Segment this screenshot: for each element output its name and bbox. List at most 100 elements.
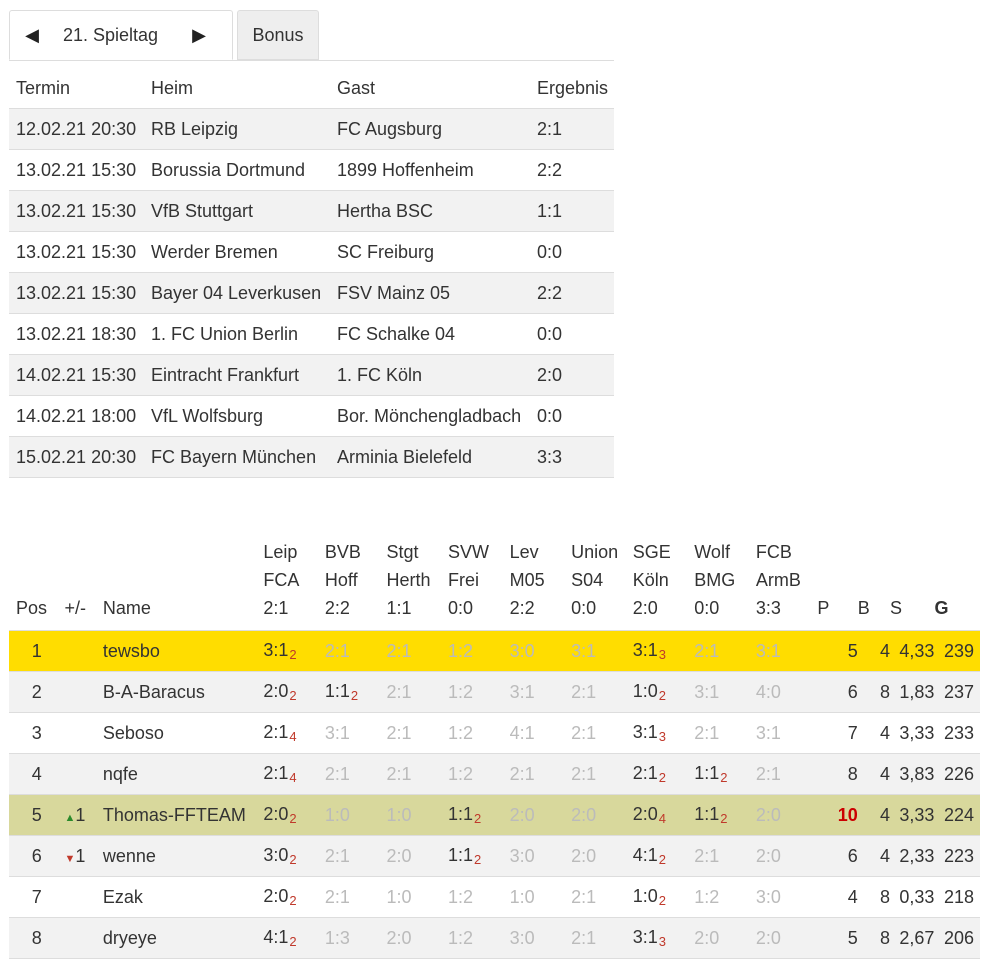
tip-value: 2:1	[694, 722, 720, 743]
next-matchday-icon[interactable]: ▶	[189, 25, 209, 46]
prev-matchday-icon[interactable]: ◀	[22, 25, 42, 46]
tip-value: 3:13	[632, 722, 666, 744]
fixture-away: SC Freiburg	[330, 231, 530, 273]
tip-cell: 3:02	[263, 835, 325, 877]
header-game: BVB Hoff 2:2	[324, 538, 387, 631]
tip-cell: 3:13	[632, 630, 695, 672]
tip-cell: 1:2	[448, 671, 510, 713]
fixture-away: 1. FC Köln	[330, 354, 530, 396]
tip-points: 2	[289, 893, 297, 908]
player-name[interactable]: nqfe	[102, 753, 264, 795]
total: 218	[934, 876, 980, 918]
tip-cell: 2:02	[263, 794, 325, 836]
fixture-away: FC Augsburg	[330, 108, 530, 150]
player-name[interactable]: tewsbo	[102, 630, 264, 672]
tip-points: 2	[720, 811, 728, 826]
rank-position: 5	[9, 794, 65, 836]
header-heim: Heim	[144, 69, 330, 109]
tip-value: 3:1	[755, 722, 781, 743]
s-value: 3,33	[890, 794, 935, 836]
fixture-home: Bayer 04 Leverkusen	[144, 272, 330, 314]
tip-cell: 3:1	[755, 630, 818, 672]
tip-cell: 1:0	[509, 876, 572, 918]
fixture-home: VfL Wolfsburg	[144, 395, 330, 437]
s-value: 2,67	[890, 917, 935, 959]
tip-cell: 2:1	[571, 753, 633, 795]
tip-cell: 1:2	[694, 876, 756, 918]
fixture-home: Eintracht Frankfurt	[144, 354, 330, 396]
tip-cell: 2:12	[632, 753, 695, 795]
tip-points: 2	[720, 770, 728, 785]
tip-value: 1:02	[632, 886, 666, 908]
tip-points: 3	[658, 729, 666, 744]
fixture-result: 1:1	[530, 190, 614, 232]
tip-cell: 1:02	[632, 671, 695, 713]
tip-points: 2	[289, 811, 297, 826]
tip-cell: 3:0	[509, 630, 572, 672]
tab-matchday[interactable]: ◀ 21. Spieltag ▶	[9, 10, 233, 60]
player-name[interactable]: Seboso	[102, 712, 264, 754]
b-value: 4	[857, 712, 891, 754]
s-value: 0,33	[890, 876, 935, 918]
tip-points: 2	[289, 934, 297, 949]
fixture-away: Bor. Mönchengladbach	[330, 395, 530, 437]
tip-points: 2	[658, 893, 666, 908]
tip-points: 2	[658, 688, 666, 703]
fixture-row: 13.02.21 18:30 1. FC Union Berlin FC Schal…	[9, 313, 614, 355]
tip-points: 4	[658, 811, 666, 826]
tip-cell: 3:1	[324, 712, 387, 754]
tip-value: 2:1	[509, 763, 535, 784]
tip-value: 1:2	[448, 763, 474, 784]
tip-value: 2:1	[755, 763, 781, 784]
tip-value: 2:1	[571, 763, 597, 784]
tip-value: 2:12	[632, 763, 666, 785]
rank-change	[64, 753, 103, 795]
rank-change	[64, 917, 103, 959]
header-g: G	[934, 538, 980, 631]
rank-position: 4	[9, 753, 65, 795]
tip-cell: 3:13	[632, 917, 695, 959]
fixture-date: 13.02.21 15:30	[9, 272, 144, 314]
s-value: 2,33	[890, 835, 935, 877]
tip-cell: 1:12	[448, 794, 510, 836]
total: 206	[934, 917, 980, 959]
fixture-result: 2:1	[530, 108, 614, 150]
fixture-row: 15.02.21 20:30 FC Bayern München Arminia B…	[9, 436, 614, 478]
tip-points: 2	[658, 770, 666, 785]
player-name[interactable]: B-A-Baracus	[102, 671, 264, 713]
tab-bonus[interactable]: Bonus	[237, 10, 319, 60]
tip-value: 1:0	[509, 886, 535, 907]
rank-change	[64, 712, 103, 754]
player-name[interactable]: dryeye	[102, 917, 264, 959]
tip-points: 4	[289, 770, 297, 785]
tip-value: 2:1	[324, 640, 350, 661]
fixture-home: RB Leipzig	[144, 108, 330, 150]
fixture-date: 13.02.21 15:30	[9, 231, 144, 273]
tip-value: 1:0	[324, 804, 350, 825]
matchday-tabs: ◀ 21. Spieltag ▶ Bonus	[9, 10, 614, 61]
s-value: 1,83	[890, 671, 935, 713]
s-value: 4,33	[890, 630, 935, 672]
header-ergebnis: Ergebnis	[530, 69, 614, 109]
tip-cell: 1:0	[324, 794, 387, 836]
tip-value: 2:02	[263, 681, 297, 703]
fixture-away: 1899 Hoffenheim	[330, 149, 530, 191]
tip-cell: 1:2	[448, 630, 510, 672]
tip-value: 2:1	[324, 763, 350, 784]
tip-value: 2:1	[324, 886, 350, 907]
tip-cell: 3:13	[632, 712, 695, 754]
tip-value: 2:1	[694, 640, 720, 661]
player-name[interactable]: wenne	[102, 835, 264, 877]
tip-value: 3:0	[755, 886, 781, 907]
player-name[interactable]: Ezak	[102, 876, 264, 918]
tip-value: 4:1	[509, 722, 535, 743]
header-plus-minus: +/-	[64, 538, 103, 631]
tip-value: 3:1	[755, 640, 781, 661]
tip-cell: 2:1	[755, 753, 818, 795]
rank-change	[64, 671, 103, 713]
b-value: 4	[857, 794, 891, 836]
tip-points: 3	[658, 647, 666, 662]
fixture-home: 1. FC Union Berlin	[144, 313, 330, 355]
player-name[interactable]: Thomas-FFTEAM	[102, 794, 264, 836]
tip-value: 2:02	[263, 804, 297, 826]
